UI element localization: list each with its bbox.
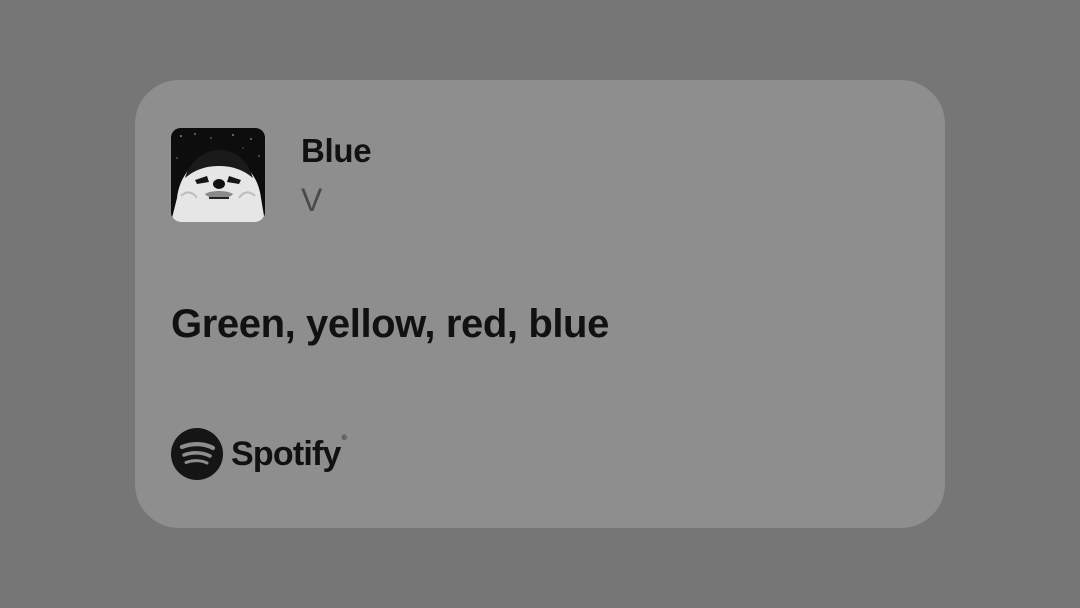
album-cover-image [171, 128, 265, 222]
lyric-line: Green, yellow, red, blue [171, 302, 609, 346]
track-artist: V [301, 182, 323, 218]
trademark-symbol: ® [341, 434, 347, 442]
album-cover-art [171, 128, 265, 222]
lyrics-share-card: Blue V Green, yellow, red, blue Spotify® [135, 80, 945, 528]
spotify-brand: Spotify® [171, 428, 347, 480]
spotify-wordmark: Spotify® [231, 434, 347, 474]
track-title: Blue [301, 132, 372, 169]
spotify-wordmark-text: Spotify [231, 434, 341, 473]
spotify-logo-icon [171, 428, 223, 480]
